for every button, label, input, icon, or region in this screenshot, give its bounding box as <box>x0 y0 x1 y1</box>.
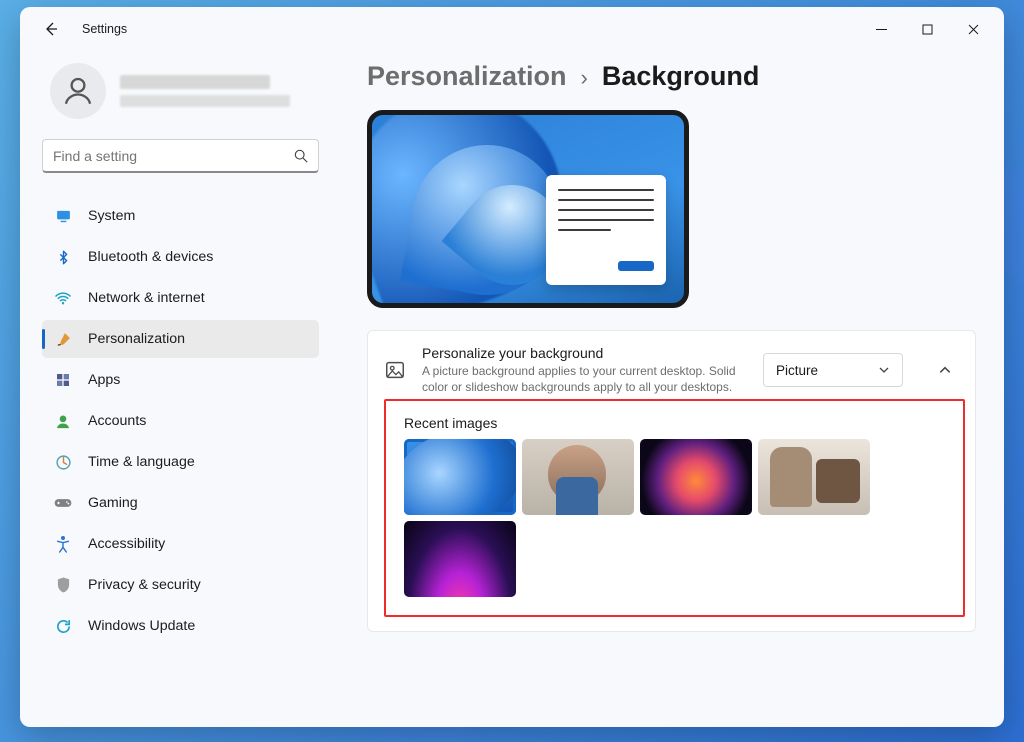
person-icon <box>61 74 95 108</box>
personalize-background-card: Personalize your background A picture ba… <box>367 330 976 632</box>
sidebar-item-bluetooth[interactable]: Bluetooth & devices <box>42 238 319 276</box>
bluetooth-icon <box>54 248 72 266</box>
nav-list: System Bluetooth & devices Network & inter… <box>42 197 319 645</box>
sidebar-item-personalization[interactable]: Personalization <box>42 320 319 358</box>
sidebar-item-privacy[interactable]: Privacy & security <box>42 566 319 604</box>
sidebar-item-gaming[interactable]: Gaming <box>42 484 319 522</box>
account-icon <box>54 412 72 430</box>
minimize-button[interactable] <box>858 12 904 46</box>
recent-images-section: Recent images <box>384 399 965 617</box>
search-input[interactable] <box>53 148 294 164</box>
recent-images-title: Recent images <box>404 415 947 431</box>
recent-image-glow-horizon[interactable] <box>404 521 516 597</box>
maximize-icon <box>922 24 933 35</box>
search-box[interactable] <box>42 139 319 173</box>
dropdown-value: Picture <box>776 363 818 378</box>
sidebar-item-apps[interactable]: Apps <box>42 361 319 399</box>
minimize-icon <box>876 24 887 35</box>
maximize-button[interactable] <box>904 12 950 46</box>
recent-image-bloom-blue[interactable] <box>404 439 516 515</box>
apps-icon <box>54 371 72 389</box>
account-block[interactable] <box>50 63 319 119</box>
preview-window-card <box>546 175 666 285</box>
chevron-right-icon: › <box>581 65 588 91</box>
expand-button[interactable] <box>925 353 965 387</box>
window-title: Settings <box>82 22 127 36</box>
account-name-redacted <box>120 75 270 89</box>
picture-icon <box>384 359 406 381</box>
chevron-up-icon <box>938 363 952 377</box>
window-controls <box>858 12 996 46</box>
close-button[interactable] <box>950 12 996 46</box>
sidebar-item-label: System <box>88 208 135 224</box>
sidebar-item-network[interactable]: Network & internet <box>42 279 319 317</box>
sidebar-item-accounts[interactable]: Accounts <box>42 402 319 440</box>
clock-globe-icon <box>54 453 72 471</box>
sidebar: System Bluetooth & devices Network & inter… <box>20 51 335 727</box>
sidebar-item-update[interactable]: Windows Update <box>42 607 319 645</box>
recent-image-dark-abstract[interactable] <box>640 439 752 515</box>
account-email-redacted <box>120 95 290 107</box>
sidebar-item-label: Time & language <box>88 454 195 470</box>
titlebar: Settings <box>20 7 1004 51</box>
wifi-icon <box>54 289 72 307</box>
chevron-down-icon <box>878 364 890 376</box>
monitor-icon <box>54 207 72 225</box>
back-button[interactable] <box>34 12 68 46</box>
card-title: Personalize your background <box>422 345 747 361</box>
update-icon <box>54 617 72 635</box>
paintbrush-icon <box>54 330 72 348</box>
settings-window: Settings <box>20 7 1004 727</box>
avatar <box>50 63 106 119</box>
account-text <box>120 75 290 107</box>
close-icon <box>968 24 979 35</box>
sidebar-item-label: Bluetooth & devices <box>88 249 213 265</box>
recent-images-grid <box>404 439 947 597</box>
back-arrow-icon <box>43 21 59 37</box>
sidebar-item-label: Accounts <box>88 413 146 429</box>
sidebar-item-label: Windows Update <box>88 618 195 634</box>
sidebar-item-accessibility[interactable]: Accessibility <box>42 525 319 563</box>
desktop-preview <box>367 110 689 308</box>
sidebar-item-label: Personalization <box>88 331 185 347</box>
breadcrumb: Personalization › Background <box>367 61 976 92</box>
search-icon <box>294 149 308 163</box>
breadcrumb-current: Background <box>602 61 760 92</box>
recent-image-person-desk[interactable] <box>522 439 634 515</box>
sidebar-item-time[interactable]: Time & language <box>42 443 319 481</box>
sidebar-item-label: Apps <box>88 372 120 388</box>
gamepad-icon <box>54 494 72 512</box>
sidebar-item-label: Gaming <box>88 495 138 511</box>
recent-image-office-two[interactable] <box>758 439 870 515</box>
sidebar-item-label: Privacy & security <box>88 577 201 593</box>
sidebar-item-label: Network & internet <box>88 290 205 306</box>
accessibility-icon <box>54 535 72 553</box>
background-type-dropdown[interactable]: Picture <box>763 353 903 387</box>
card-description: A picture background applies to your cur… <box>422 363 747 395</box>
shield-icon <box>54 576 72 594</box>
sidebar-item-label: Accessibility <box>88 536 165 552</box>
breadcrumb-parent[interactable]: Personalization <box>367 61 567 92</box>
main-content: Personalization › Background Personali <box>335 51 1004 727</box>
sidebar-item-system[interactable]: System <box>42 197 319 235</box>
